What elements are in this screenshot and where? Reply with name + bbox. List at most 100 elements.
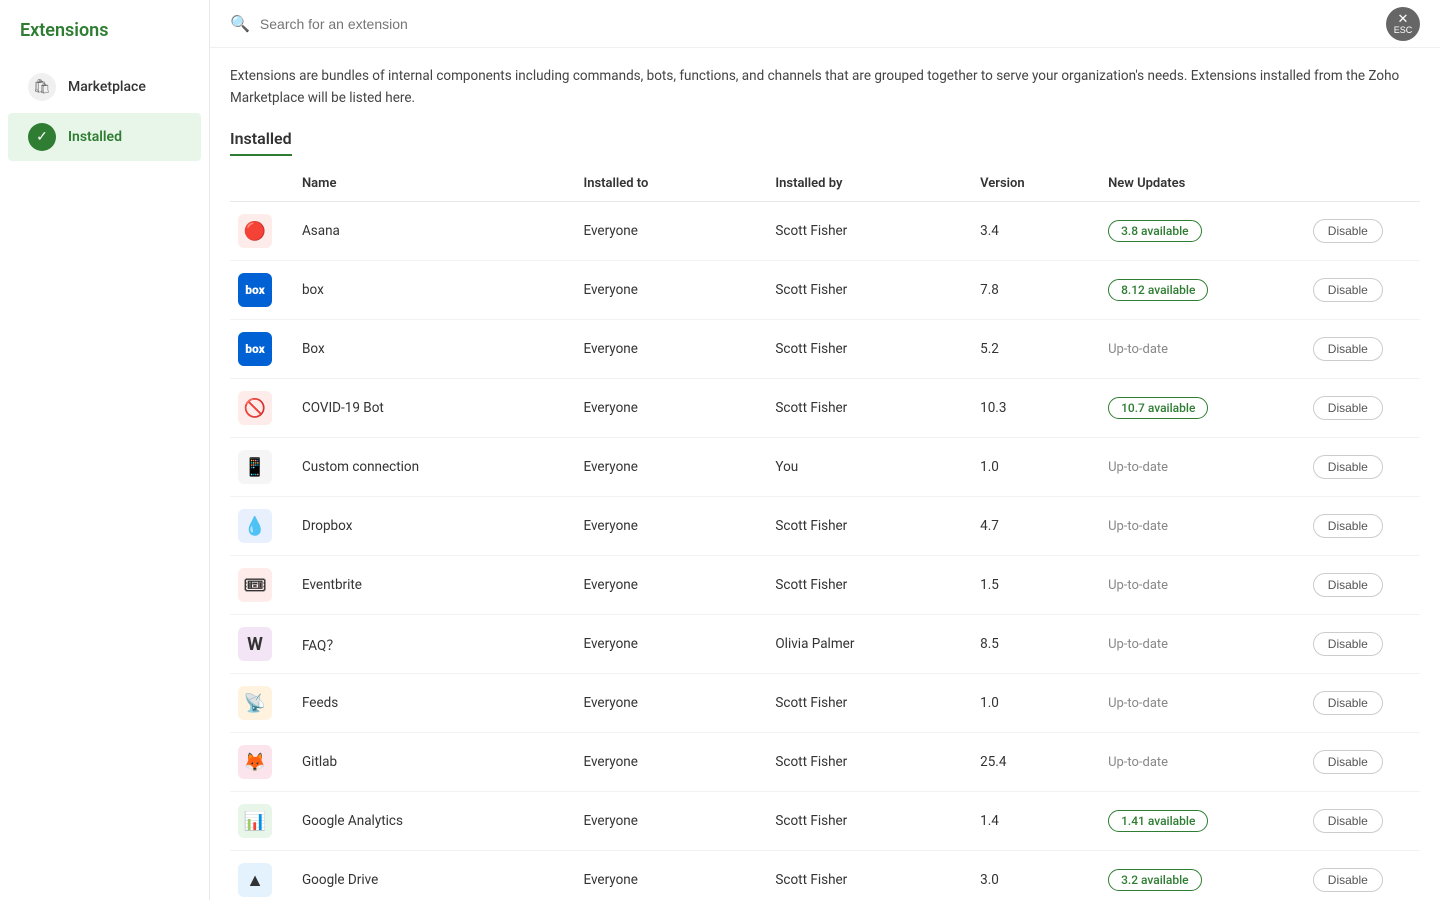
ext-action-cell: Disable — [1305, 261, 1420, 320]
ext-installed-to: Everyone — [575, 556, 767, 615]
ext-action-cell: Disable — [1305, 674, 1420, 733]
ext-icon-cell: 🔴 — [230, 202, 294, 261]
ext-action-cell: Disable — [1305, 320, 1420, 379]
ext-icon-cell: 🎟 — [230, 556, 294, 615]
table-row: boxboxEveryoneScott Fisher7.88.12 availa… — [230, 261, 1420, 320]
table-row: 🎟EventbriteEveryoneScott Fisher1.5Up-to-… — [230, 556, 1420, 615]
ext-action-cell: Disable — [1305, 556, 1420, 615]
search-input[interactable] — [260, 16, 560, 32]
disable-button[interactable]: Disable — [1313, 278, 1383, 302]
ext-icon: box — [238, 273, 272, 307]
ext-installed-to: Everyone — [575, 674, 767, 733]
up-to-date-label: Up-to-date — [1108, 755, 1168, 770]
sidebar-item-marketplace-label: Marketplace — [68, 79, 146, 95]
disable-button[interactable]: Disable — [1313, 219, 1383, 243]
ext-icon: 🎟 — [238, 568, 272, 602]
ext-icon-cell: 📡 — [230, 674, 294, 733]
ext-installed-to: Everyone — [575, 202, 767, 261]
ext-icon: 🔴 — [238, 214, 272, 248]
ext-icon: W — [238, 627, 272, 661]
ext-installed-to: Everyone — [575, 261, 767, 320]
ext-installed-by: Scott Fisher — [767, 733, 972, 792]
ext-action-cell: Disable — [1305, 733, 1420, 792]
search-bar: 🔍 ✕ ESC — [210, 0, 1440, 48]
ext-installed-to: Everyone — [575, 615, 767, 674]
marketplace-icon: 🛍 — [28, 73, 56, 101]
ext-installed-by: Scott Fisher — [767, 202, 972, 261]
ext-installed-by: Scott Fisher — [767, 261, 972, 320]
ext-icon: box — [238, 332, 272, 366]
ext-version: 7.8 — [972, 261, 1100, 320]
description-text: Extensions are bundles of internal compo… — [210, 48, 1440, 119]
sidebar-item-installed[interactable]: ✓ Installed — [8, 113, 201, 161]
extensions-table: Name Installed to Installed by Version N… — [230, 166, 1420, 900]
search-icon: 🔍 — [230, 14, 250, 33]
ext-version: 4.7 — [972, 497, 1100, 556]
ext-update: 8.12 available — [1100, 261, 1305, 320]
ext-update: 10.7 available — [1100, 379, 1305, 438]
main-content: 🔍 ✕ ESC Extensions are bundles of intern… — [210, 0, 1440, 900]
ext-name: box — [294, 261, 576, 320]
table-row: 🦊GitlabEveryoneScott Fisher25.4Up-to-dat… — [230, 733, 1420, 792]
ext-installed-by: Olivia Palmer — [767, 615, 972, 674]
disable-button[interactable]: Disable — [1313, 750, 1383, 774]
disable-button[interactable]: Disable — [1313, 573, 1383, 597]
disable-button[interactable]: Disable — [1313, 455, 1383, 479]
update-badge: 3.8 available — [1108, 220, 1202, 242]
disable-button[interactable]: Disable — [1313, 337, 1383, 361]
ext-icon: 📡 — [238, 686, 272, 720]
table-row: 📱Custom connectionEveryoneYou1.0Up-to-da… — [230, 438, 1420, 497]
ext-name: Box — [294, 320, 576, 379]
disable-button[interactable]: Disable — [1313, 514, 1383, 538]
ext-installed-by: Scott Fisher — [767, 379, 972, 438]
sidebar-item-marketplace[interactable]: 🛍 Marketplace — [8, 63, 201, 111]
col-icon — [230, 166, 294, 202]
table-row: 💧DropboxEveryoneScott Fisher4.7 Up-to-dat… — [230, 497, 1420, 556]
ext-icon-cell: 🦊 — [230, 733, 294, 792]
disable-button[interactable]: Disable — [1313, 809, 1383, 833]
table-row: 🔴AsanaEveryoneScott Fisher3.43.8 availab… — [230, 202, 1420, 261]
ext-installed-by: Scott Fisher — [767, 674, 972, 733]
ext-icon-cell: W — [230, 615, 294, 674]
ext-icon-cell: ▲ — [230, 851, 294, 900]
update-badge: 10.7 available — [1108, 397, 1208, 419]
up-to-date-label: Up-to-date — [1108, 578, 1168, 593]
ext-installed-to: Everyone — [575, 438, 767, 497]
ext-name: Dropbox — [294, 497, 576, 556]
table-row: ▲Google DriveEveryoneScott Fisher3.03.2 … — [230, 851, 1420, 900]
disable-button[interactable]: Disable — [1313, 632, 1383, 656]
ext-name: Google Drive — [294, 851, 576, 900]
ext-update: 3.8 available — [1100, 202, 1305, 261]
ext-installed-by: Scott Fisher — [767, 497, 972, 556]
update-badge: 1.41 available — [1108, 810, 1208, 832]
ext-action-cell: Disable — [1305, 851, 1420, 900]
table-row: WFAQ？EveryoneOlivia Palmer8.5Up-to-dateD… — [230, 615, 1420, 674]
ext-update: Up-to-date — [1100, 438, 1305, 497]
ext-name: FAQ？ — [294, 615, 576, 674]
disable-button[interactable]: Disable — [1313, 691, 1383, 715]
ext-version: 5.2 — [972, 320, 1100, 379]
update-badge: 8.12 available — [1108, 279, 1208, 301]
ext-icon-cell: 💧 — [230, 497, 294, 556]
disable-button[interactable]: Disable — [1313, 396, 1383, 420]
ext-action-cell: Disable — [1305, 497, 1420, 556]
col-installed-by: Installed by — [767, 166, 972, 202]
ext-action-cell: Disable — [1305, 379, 1420, 438]
table-row: 🚫COVID-19 BotEveryoneScott Fisher10.310.… — [230, 379, 1420, 438]
ext-icon-cell: box — [230, 261, 294, 320]
up-to-date-label: Up-to-date — [1108, 519, 1168, 534]
ext-installed-to: Everyone — [575, 497, 767, 556]
col-updates: New Updates — [1100, 166, 1305, 202]
sidebar-item-installed-label: Installed — [68, 129, 122, 145]
ext-version: 25.4 — [972, 733, 1100, 792]
ext-update: 3.2 available — [1100, 851, 1305, 900]
ext-name: Asana — [294, 202, 576, 261]
ext-name: Feeds — [294, 674, 576, 733]
disable-button[interactable]: Disable — [1313, 868, 1383, 892]
installed-section-heading: Installed — [210, 119, 1440, 156]
table-row: 📊Google AnalyticsEveryoneScott Fisher1.4… — [230, 792, 1420, 851]
ext-action-cell: Disable — [1305, 438, 1420, 497]
ext-update: Up-to-date — [1100, 556, 1305, 615]
esc-button[interactable]: ✕ ESC — [1386, 7, 1420, 41]
table-row: 📡FeedsEveryoneScott Fisher1.0Up-to-dateD… — [230, 674, 1420, 733]
